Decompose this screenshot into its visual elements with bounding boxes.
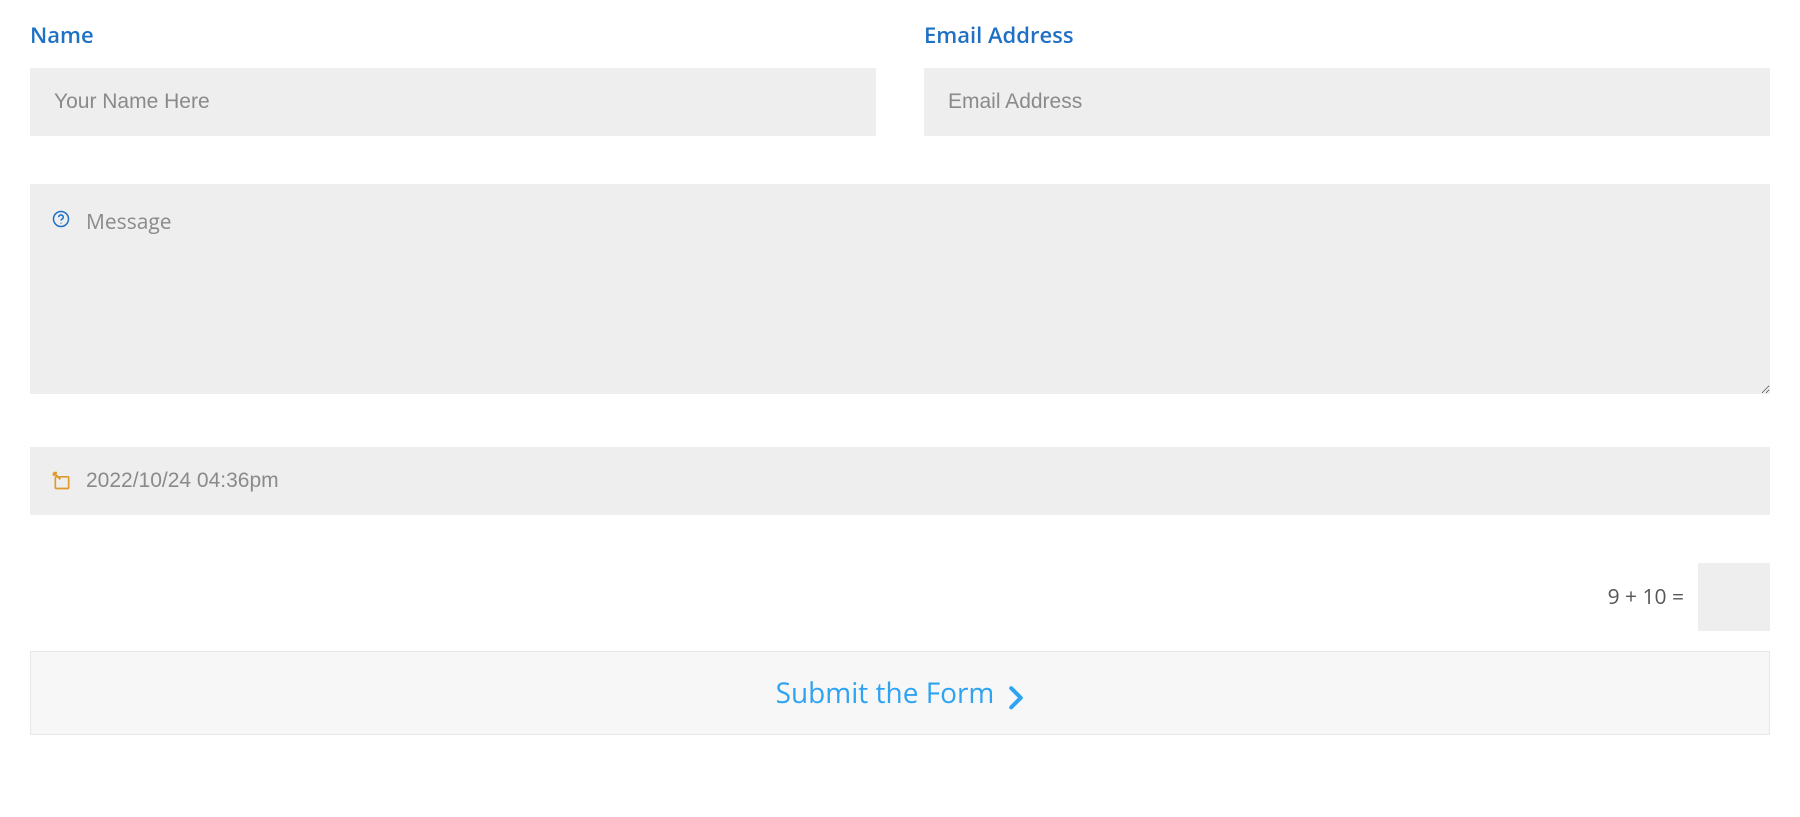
calendar-edit-icon[interactable] [52, 471, 72, 491]
captcha-row: 9 + 10 = [30, 563, 1770, 631]
datetime-input[interactable] [30, 447, 1770, 515]
email-column: Email Address [924, 20, 1770, 136]
submit-button-label: Submit the Form [776, 674, 995, 712]
name-label: Name [30, 20, 876, 50]
name-input[interactable] [30, 68, 876, 136]
email-label: Email Address [924, 20, 1770, 50]
captcha-input[interactable] [1698, 563, 1770, 631]
contact-form: Name Email Address 9 + 10 = [30, 20, 1770, 735]
submit-button[interactable]: Submit the Form [30, 651, 1770, 735]
datetime-row [30, 447, 1770, 515]
name-email-row: Name Email Address [30, 20, 1770, 136]
message-row [30, 184, 1770, 399]
question-circle-icon[interactable] [52, 210, 70, 228]
email-input[interactable] [924, 68, 1770, 136]
chevron-right-icon [1008, 682, 1024, 704]
message-textarea[interactable] [30, 184, 1770, 394]
name-column: Name [30, 20, 876, 136]
captcha-question: 9 + 10 = [1608, 583, 1684, 611]
